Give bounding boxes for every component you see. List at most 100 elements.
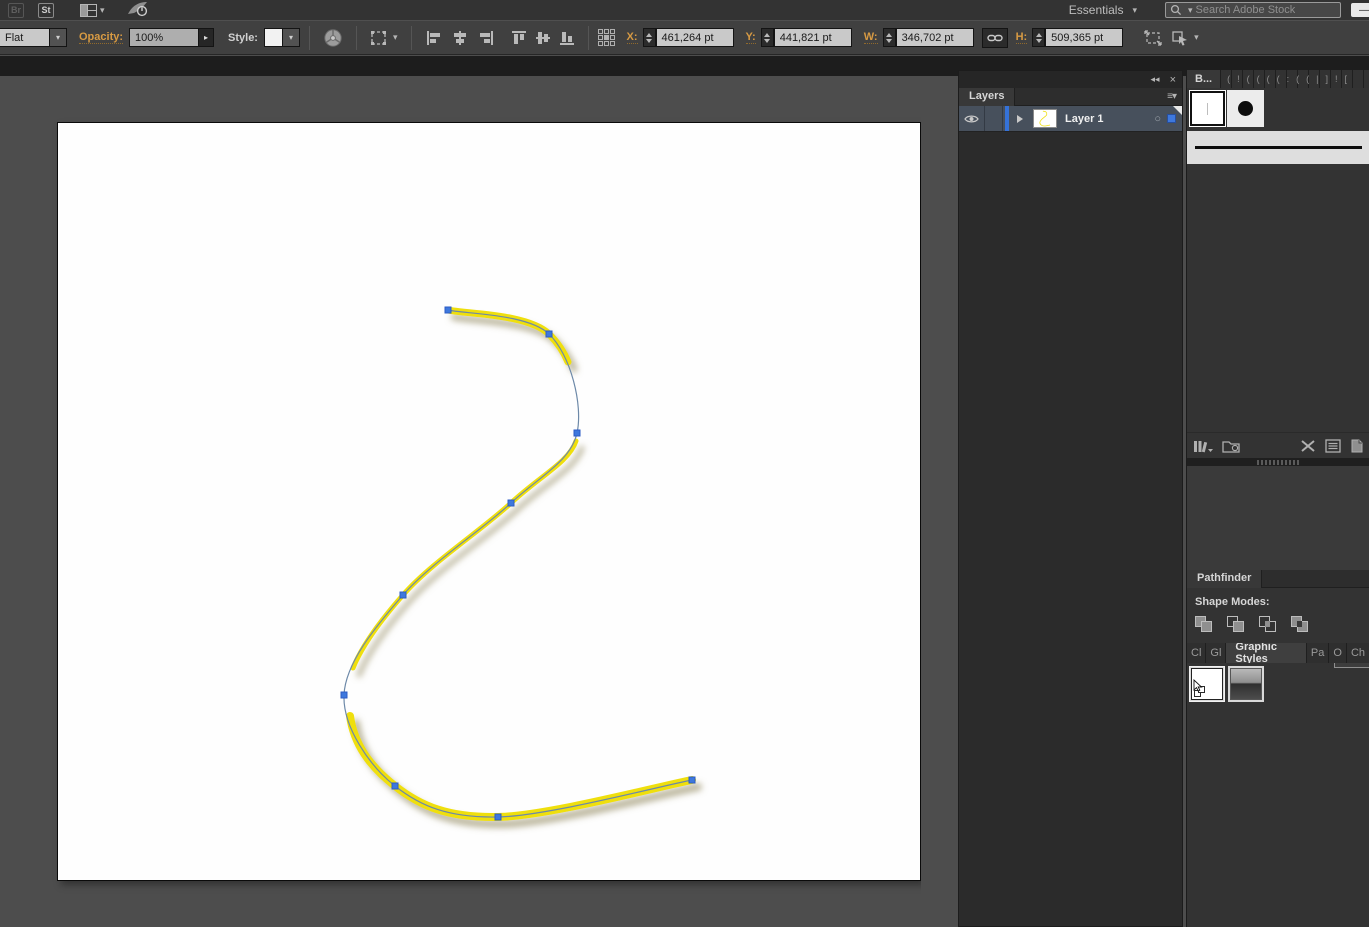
unite-button[interactable]	[1195, 616, 1213, 632]
search-placeholder: Search Adobe Stock	[1195, 4, 1296, 16]
tab-truncated-2[interactable]: Gl	[1206, 643, 1227, 663]
link-icon	[986, 34, 1003, 41]
collapse-panel-icon[interactable]: ◂◂	[1151, 74, 1160, 85]
workspace-switcher-label: Essentials	[1068, 3, 1124, 17]
select-similar-button[interactable]: ▾	[366, 26, 402, 50]
panel-group-header: ◂◂ ×	[959, 71, 1182, 88]
stock-search-field[interactable]: ▾ Search Adobe Stock	[1165, 2, 1341, 18]
artboard[interactable]	[57, 122, 921, 881]
chevron-down-icon: ▾	[1194, 32, 1199, 42]
align-left-button[interactable]	[421, 26, 447, 50]
separator	[355, 25, 357, 50]
new-brush-icon[interactable]	[1350, 439, 1364, 453]
w-stepper[interactable]	[882, 28, 896, 47]
line-brush-icon	[1195, 146, 1362, 149]
panel-menu-icon[interactable]: ≡▾	[1167, 91, 1177, 102]
options-of-selected-object-icon[interactable]	[1325, 438, 1341, 453]
brush-round[interactable]	[1227, 90, 1264, 127]
brush-definition-dropdown-button[interactable]: ▾	[50, 28, 67, 47]
graphic-style-swatches	[1187, 663, 1369, 705]
style-gradient-cell[interactable]	[1228, 666, 1264, 702]
w-label: W:	[863, 31, 878, 44]
align-center-button[interactable]	[447, 26, 473, 50]
libraries-panel-icon[interactable]	[1222, 439, 1242, 453]
right-dock: B... (!((((:((|]![Pathfinder Shape Mode…	[1186, 70, 1369, 927]
adobe-stock-icon[interactable]: St	[38, 2, 54, 18]
close-panel-icon[interactable]: ×	[1170, 74, 1176, 86]
default-graphic-style[interactable]	[1189, 666, 1225, 702]
remove-brush-stroke-icon[interactable]	[1300, 439, 1316, 453]
isolate-selected-object-icon	[1172, 30, 1188, 45]
disclosure-triangle-icon[interactable]	[1017, 114, 1023, 123]
tab-graphic-styles[interactable]: Graphic Styles	[1226, 643, 1307, 663]
target-circle-icon[interactable]: ○	[1154, 113, 1161, 125]
h-field[interactable]: 509,365 pt	[1045, 28, 1124, 47]
panel-corner	[1173, 106, 1182, 115]
tab-pathfinder[interactable]: Pathfinder	[1187, 569, 1263, 588]
layer-name[interactable]: Layer 1	[1065, 113, 1104, 125]
lock-toggle[interactable]	[985, 106, 1003, 131]
mouse-cursor	[1193, 679, 1203, 692]
brush-basic[interactable]	[1189, 90, 1226, 127]
gpu-performance-icon[interactable]	[127, 1, 149, 20]
y-field[interactable]: 441,821 pt	[773, 28, 852, 47]
chevron-down-icon: ▾	[1188, 4, 1193, 15]
pathfinder-tab-bar: Pathfinder	[1187, 569, 1369, 588]
gradient-graphic-style[interactable]	[1230, 668, 1262, 700]
x-field[interactable]: 461,264 pt	[655, 28, 734, 47]
chevron-down-icon: ▾	[1132, 4, 1137, 15]
align-middle-button[interactable]	[531, 26, 555, 50]
reference-point-selector[interactable]	[597, 29, 615, 46]
graphic-styles-panel: Cl Gl Graphic Styles Pa O Ch	[1187, 643, 1369, 705]
control-bar: Flat ▾ Opacity: 100% ▸ Style: ▾ ▾ X: 461…	[0, 20, 1369, 55]
opacity-field[interactable]: 100%	[129, 28, 200, 47]
round-brush-icon	[1238, 101, 1253, 116]
tab-layers[interactable]: Layers	[959, 87, 1016, 106]
x-label: X:	[626, 31, 638, 44]
tab-brushes[interactable]: B...	[1187, 70, 1222, 88]
truncated-panel-tabs[interactable]: (!((((:((|]![	[1221, 70, 1369, 88]
align-top-button[interactable]	[507, 26, 531, 50]
opacity-slider-button[interactable]: ▸	[199, 28, 215, 47]
tab-truncated-4[interactable]: O	[1329, 643, 1347, 663]
align-right-button[interactable]	[473, 26, 499, 50]
arrange-documents-button[interactable]: ▾	[80, 3, 105, 17]
panel-resize-grip[interactable]	[1187, 458, 1369, 466]
recolor-artwork-button[interactable]	[319, 26, 347, 50]
opacity-label[interactable]: Opacity:	[79, 31, 124, 44]
brush-swatches	[1187, 88, 1369, 129]
exclude-button[interactable]	[1291, 616, 1309, 632]
brush-definition-field[interactable]: Flat	[0, 28, 50, 47]
style-dropdown-button[interactable]: ▾	[282, 28, 300, 47]
bridge-icon[interactable]: Br	[8, 2, 24, 18]
isolate-selected-object-button[interactable]: ▾	[1167, 26, 1203, 50]
visibility-toggle[interactable]	[959, 106, 985, 131]
w-field[interactable]: 346,702 pt	[895, 28, 974, 47]
empty-panel-area	[1187, 466, 1369, 570]
constrain-proportions-button[interactable]	[981, 27, 1008, 48]
selection-indicator[interactable]	[1167, 114, 1176, 123]
shape-modes-label: Shape Modes:	[1195, 596, 1270, 608]
eye-icon	[964, 115, 979, 122]
layer-thumbnail[interactable]	[1033, 109, 1057, 128]
tab-truncated-1[interactable]: Cl	[1187, 643, 1207, 663]
h-stepper[interactable]	[1032, 28, 1046, 47]
brush-libraries-menu-icon[interactable]	[1193, 439, 1213, 453]
minus-front-button[interactable]	[1227, 616, 1245, 632]
x-stepper[interactable]	[642, 28, 656, 47]
style-swatch[interactable]	[263, 28, 283, 47]
tab-truncated-3[interactable]: Pa	[1306, 643, 1330, 663]
chevron-down-icon: ▾	[100, 4, 105, 15]
workspace-switcher[interactable]: Essentials ▾	[1069, 3, 1137, 17]
shape-mode-buttons: Ex	[1187, 614, 1369, 668]
tab-truncated-5[interactable]: Ch	[1346, 643, 1369, 663]
align-bottom-button[interactable]	[555, 26, 579, 50]
window-minimize-button[interactable]: —	[1351, 3, 1369, 17]
brush-line-preview[interactable]	[1187, 131, 1369, 164]
layer-row[interactable]: Layer 1 ○	[959, 106, 1182, 132]
y-stepper[interactable]	[760, 28, 774, 47]
transform-button[interactable]	[1139, 26, 1167, 50]
intersect-button[interactable]	[1259, 616, 1277, 632]
separator	[410, 25, 412, 50]
style-default-cell[interactable]	[1189, 666, 1225, 702]
